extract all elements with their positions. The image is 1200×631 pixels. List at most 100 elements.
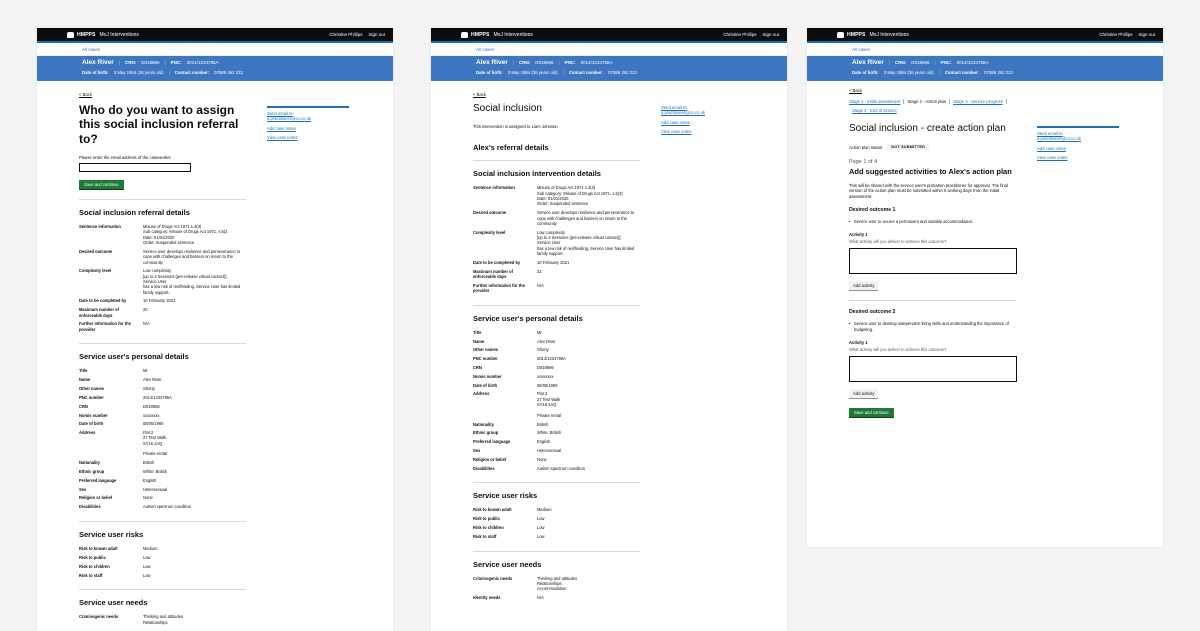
personal-details-heading: Service user's personal details	[79, 352, 189, 362]
tab-stage-4[interactable]: Stage 4 - End of service	[849, 108, 900, 113]
summary-value: 08/05/1986	[537, 382, 558, 388]
status-label: Action plan status:	[849, 144, 884, 150]
summary-value: xxxxxxxx	[143, 412, 160, 418]
back-link[interactable]: < Back	[849, 88, 1163, 93]
add-activity-button[interactable]: Add activity	[849, 281, 879, 291]
risks-heading: Service user risks	[79, 530, 144, 540]
summary-value: 10 February 2021	[537, 259, 570, 265]
outcome-1-text: Service user to secure a permanent and s…	[849, 219, 1019, 225]
summary-key: Religion or belief	[79, 495, 113, 501]
dob-label: Date of birth:	[852, 70, 879, 75]
activity-2-hint: What activity will you deliver to achiev…	[849, 346, 947, 352]
summary-value: Low	[537, 516, 545, 522]
risks-list: Risk to known adult Medium Risk to public L…	[473, 507, 787, 542]
contact-label: Contact number:	[174, 70, 210, 75]
tab-stage-3[interactable]: Stage 3 - Service progress	[950, 99, 1007, 104]
email-field[interactable]	[79, 163, 191, 173]
view-case-notes-link[interactable]: View case notes	[267, 135, 349, 140]
summary-value: Medium	[537, 507, 552, 513]
summary-value: Heterosexual	[143, 486, 168, 492]
personal-details-heading: Service user's personal details	[473, 313, 583, 323]
summary-key: Name	[473, 338, 485, 344]
add-case-notes-link[interactable]: Add case notes	[1037, 146, 1119, 151]
screen-assign-referral: HMPPS MoJ Interventions Christine Phillip…	[37, 28, 393, 631]
save-continue-button[interactable]: Save and continue	[79, 180, 124, 190]
summary-value: Low	[537, 525, 545, 531]
activity-1-hint: What activity will you deliver to achiev…	[849, 239, 947, 245]
add-case-notes-link[interactable]: Add case notes	[267, 126, 349, 131]
sign-out-link[interactable]: Sign out	[762, 32, 779, 37]
summary-value: White: British	[143, 469, 168, 475]
send-email-link[interactable]: Send email to a.practitioner@co.co.uk	[1037, 131, 1119, 142]
add-activity-button[interactable]: Add activity	[849, 388, 879, 398]
summary-key: Religion or belief	[473, 456, 507, 462]
crown-icon	[837, 31, 844, 38]
sidebar: Send email to a.practitioner@co.co.uk Add…	[1037, 126, 1119, 164]
sign-out-link[interactable]: Sign out	[368, 32, 385, 37]
contact-value: 07589 362 222	[984, 70, 1013, 75]
service-name: MoJ Interventions	[99, 31, 139, 38]
view-case-notes-link[interactable]: View case notes	[661, 129, 743, 134]
summary-value: Thinking and attitudes Relationships	[143, 614, 184, 625]
user-name: Christine Phillips	[1099, 32, 1133, 37]
summary-key: Address	[79, 430, 96, 436]
service-user-name: Alex River	[82, 59, 114, 66]
summary-value: Mr	[143, 368, 148, 374]
summary-value: Flat 2 27 Test Walk SY16 1AQ Private ren…	[537, 391, 562, 418]
pnc-value: 2014/1234786A	[956, 60, 989, 65]
summary-value: 22	[537, 268, 542, 274]
summary-key: Nationality	[79, 460, 100, 466]
summary-key: Risk to known adult	[473, 507, 512, 513]
summary-key: CRN	[79, 403, 88, 409]
send-email-link[interactable]: Send email to a.practitioner@co.co.uk	[661, 105, 743, 116]
brand[interactable]: HMPPS MoJ Interventions	[67, 31, 139, 38]
all-cases-link[interactable]: All cases	[476, 47, 494, 52]
pnc-label: PNC:	[170, 60, 182, 65]
summary-key: Sex	[79, 486, 87, 492]
service-user-banner: Alex River | CRN: D018866 | PNC: 2014/1234786A…	[807, 56, 1163, 81]
summary-value: 2014/1234786A	[537, 356, 566, 362]
summary-key: Sentence information	[473, 185, 515, 191]
summary-value: Heterosexual	[537, 447, 562, 453]
summary-key: Maximum number of enforceable days	[473, 268, 514, 279]
tab-stage-1[interactable]: Stage 1 - Initial assessment	[849, 99, 905, 104]
all-cases-link[interactable]: All cases	[852, 47, 870, 52]
risks-heading: Service user risks	[473, 491, 538, 501]
summary-value: Thinking and attitudes Relationships Acc…	[537, 575, 578, 592]
brand[interactable]: HMPPS MoJ Interventions	[461, 31, 533, 38]
sidebar: Send email to a.practitioner@co.co.uk Add…	[267, 106, 349, 144]
activity-1-textarea[interactable]	[849, 248, 1017, 275]
summary-value: Misuse of Drugs Act 1971 s.4(3) Sub cate…	[143, 224, 228, 246]
user-name: Christine Phillips	[329, 32, 363, 37]
screen-action-plan: HMPPS MoJ Interventions Christine Phillip…	[807, 28, 1163, 547]
summary-key: Criminogenic needs	[473, 575, 513, 581]
summary-key: Date of birth	[79, 421, 104, 427]
referral-details-heading: Social inclusion referral details	[79, 208, 190, 218]
user-name: Christine Phillips	[723, 32, 757, 37]
service-name: MoJ Interventions	[493, 31, 533, 38]
add-case-notes-link[interactable]: Add case notes	[661, 120, 743, 125]
summary-key: Name	[79, 377, 91, 383]
crn-label: CRN:	[518, 60, 531, 65]
activity-2-textarea[interactable]	[849, 355, 1017, 382]
all-cases-link[interactable]: All cases	[82, 47, 100, 52]
summary-value: Service user develops resilience and per…	[537, 210, 635, 226]
send-email-link[interactable]: Send email to a.practitioner@co.co.uk	[267, 111, 349, 122]
back-link[interactable]: < Back	[473, 92, 787, 97]
summary-value: N/A	[143, 321, 150, 327]
brand[interactable]: HMPPS MoJ Interventions	[837, 31, 909, 38]
sign-out-link[interactable]: Sign out	[1138, 32, 1155, 37]
tab-stage-2[interactable]: Stage 2 - Action plan	[904, 99, 951, 104]
view-case-notes-link[interactable]: View case notes	[1037, 155, 1119, 160]
summary-key: Criminogenic needs	[79, 614, 119, 620]
back-link[interactable]: < Back	[79, 92, 393, 97]
summary-value: English	[537, 439, 551, 445]
outcome-2-text: Service user to develop independent livi…	[849, 321, 1019, 332]
summary-key: Risk to staff	[473, 533, 497, 539]
summary-value: 20	[143, 307, 148, 313]
summary-key: Preferred language	[79, 477, 117, 483]
pnc-label: PNC:	[564, 60, 576, 65]
save-continue-button[interactable]: Save and continue	[849, 407, 894, 417]
needs-heading: Service user needs	[79, 598, 148, 608]
contact-label: Contact number:	[568, 70, 604, 75]
